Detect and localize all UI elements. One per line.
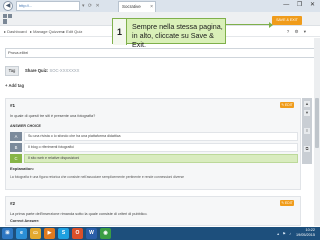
instruction-callout: 1 Sempre nella stessa pagina, in alto, c… bbox=[112, 18, 226, 49]
address-bar[interactable]: http://... bbox=[16, 1, 80, 11]
chrome-icon[interactable]: ◉ bbox=[100, 228, 111, 239]
answer-text: Su una rivista o lo sfondo che ha una pi… bbox=[24, 132, 298, 141]
edit-question-button[interactable]: ✎ EDIT bbox=[280, 200, 294, 206]
answer-choice-header: ANSWER CHOICE bbox=[10, 124, 41, 128]
share-quiz-code: SOC-XXXXXXX bbox=[49, 68, 80, 73]
question-card: #1 ✎ EDIT In quale di questi tre siti è … bbox=[5, 98, 301, 190]
correct-answer-label: Correct Answer: bbox=[10, 219, 40, 223]
address-bar-actions[interactable]: ▾ ⟳ ✕ bbox=[82, 3, 101, 9]
scrollbar-thumb[interactable] bbox=[315, 98, 319, 148]
nav-edit-quiz[interactable]: ▸ Edit Quiz bbox=[63, 27, 82, 37]
nav-dashboard[interactable]: ▸ Dashboard bbox=[4, 27, 27, 37]
windows-taskbar: ⊞ e ▭ ▶ S O W ◉ ▴ ⚑ ♪ 10:22 19/05/2015 bbox=[0, 227, 320, 240]
system-tray-icons[interactable]: ▴ ⚑ ♪ bbox=[277, 231, 292, 236]
browser-tab[interactable]: Socrative × bbox=[118, 1, 156, 12]
answer-row: A Su una rivista o lo sfondo che ha una … bbox=[10, 132, 298, 141]
question-card: #2 ✎ EDIT La prima parte dell'inserzione… bbox=[5, 196, 301, 226]
word-icon[interactable]: W bbox=[86, 228, 97, 239]
question-number: #2 bbox=[10, 201, 16, 206]
media-icon[interactable]: ▶ bbox=[44, 228, 55, 239]
office-icon[interactable]: O bbox=[72, 228, 83, 239]
callout-step-number: 1 bbox=[113, 19, 127, 45]
move-down-icon[interactable]: ▼ bbox=[304, 110, 310, 116]
answer-letter: C bbox=[10, 154, 22, 163]
question-number: #1 bbox=[10, 103, 16, 108]
reorder-icon[interactable]: ≡ bbox=[304, 128, 310, 134]
answer-text: Il blog o riferimenti fotografici bbox=[24, 143, 298, 152]
window-controls[interactable]: — ❐ ✕ bbox=[283, 1, 318, 8]
nav-manage-quizzes[interactable]: ▸ Manage Quizzes bbox=[30, 27, 63, 37]
move-up-icon[interactable]: ▲ bbox=[304, 101, 310, 107]
page-scrollbar[interactable] bbox=[314, 38, 320, 226]
back-button[interactable]: ◀ bbox=[3, 1, 13, 11]
folder-icon[interactable]: ▭ bbox=[30, 228, 41, 239]
question-side-toolbar: ▲ ▼ ≡ ⧉ bbox=[302, 98, 312, 164]
tab-close-icon[interactable]: × bbox=[150, 2, 153, 12]
callout-text: Sempre nella stessa pagina, in alto, cli… bbox=[132, 22, 223, 49]
share-quiz-label: Share Quiz: bbox=[25, 68, 49, 73]
taskbar-clock[interactable]: 10:22 19/05/2015 bbox=[296, 228, 315, 238]
nav-right-icons[interactable]: ? ⚙ ▾ bbox=[287, 27, 308, 37]
tag-label: Tag bbox=[5, 66, 19, 76]
quiz-title-input[interactable]: Prova.elibri bbox=[5, 48, 315, 58]
save-exit-button[interactable]: SAVE & EXIT bbox=[272, 16, 302, 25]
tab-title: Socrative bbox=[122, 4, 141, 9]
browser-toolbar: ◀ http://... ▾ ⟳ ✕ Socrative × — ❐ ✕ bbox=[0, 0, 320, 12]
skype-icon[interactable]: S bbox=[58, 228, 69, 239]
answer-letter: B bbox=[10, 143, 22, 152]
callout-pointer-line bbox=[226, 24, 272, 25]
answer-letter: A bbox=[10, 132, 22, 141]
start-icon[interactable]: ⊞ bbox=[2, 228, 13, 239]
socrative-logo-icon[interactable] bbox=[3, 14, 12, 24]
explanation-label: Explanation: bbox=[10, 166, 35, 171]
answer-text: Il sito web e relative disposizioni bbox=[24, 154, 298, 163]
answer-row: B Il blog o riferimenti fotografici bbox=[10, 143, 298, 152]
clock-date: 19/05/2015 bbox=[295, 233, 315, 237]
question-text: La prima parte dell'inserzione rimanda s… bbox=[10, 212, 148, 216]
share-quiz-info: Share Quiz: SOC-XXXXXXX bbox=[25, 68, 79, 73]
callout-arrow-icon bbox=[269, 22, 273, 28]
duplicate-icon[interactable]: ⧉ bbox=[304, 146, 310, 152]
answer-row-correct: C Il sito web e relative disposizioni bbox=[10, 154, 298, 163]
explanation-text: La fotografia è una figura retorica che … bbox=[10, 175, 185, 179]
question-text: In quale di questi tre siti è presente u… bbox=[10, 114, 96, 118]
edit-question-button[interactable]: ✎ EDIT bbox=[280, 102, 294, 108]
add-tag-link[interactable]: + Add tag bbox=[5, 83, 24, 88]
ie-icon[interactable]: e bbox=[16, 228, 27, 239]
